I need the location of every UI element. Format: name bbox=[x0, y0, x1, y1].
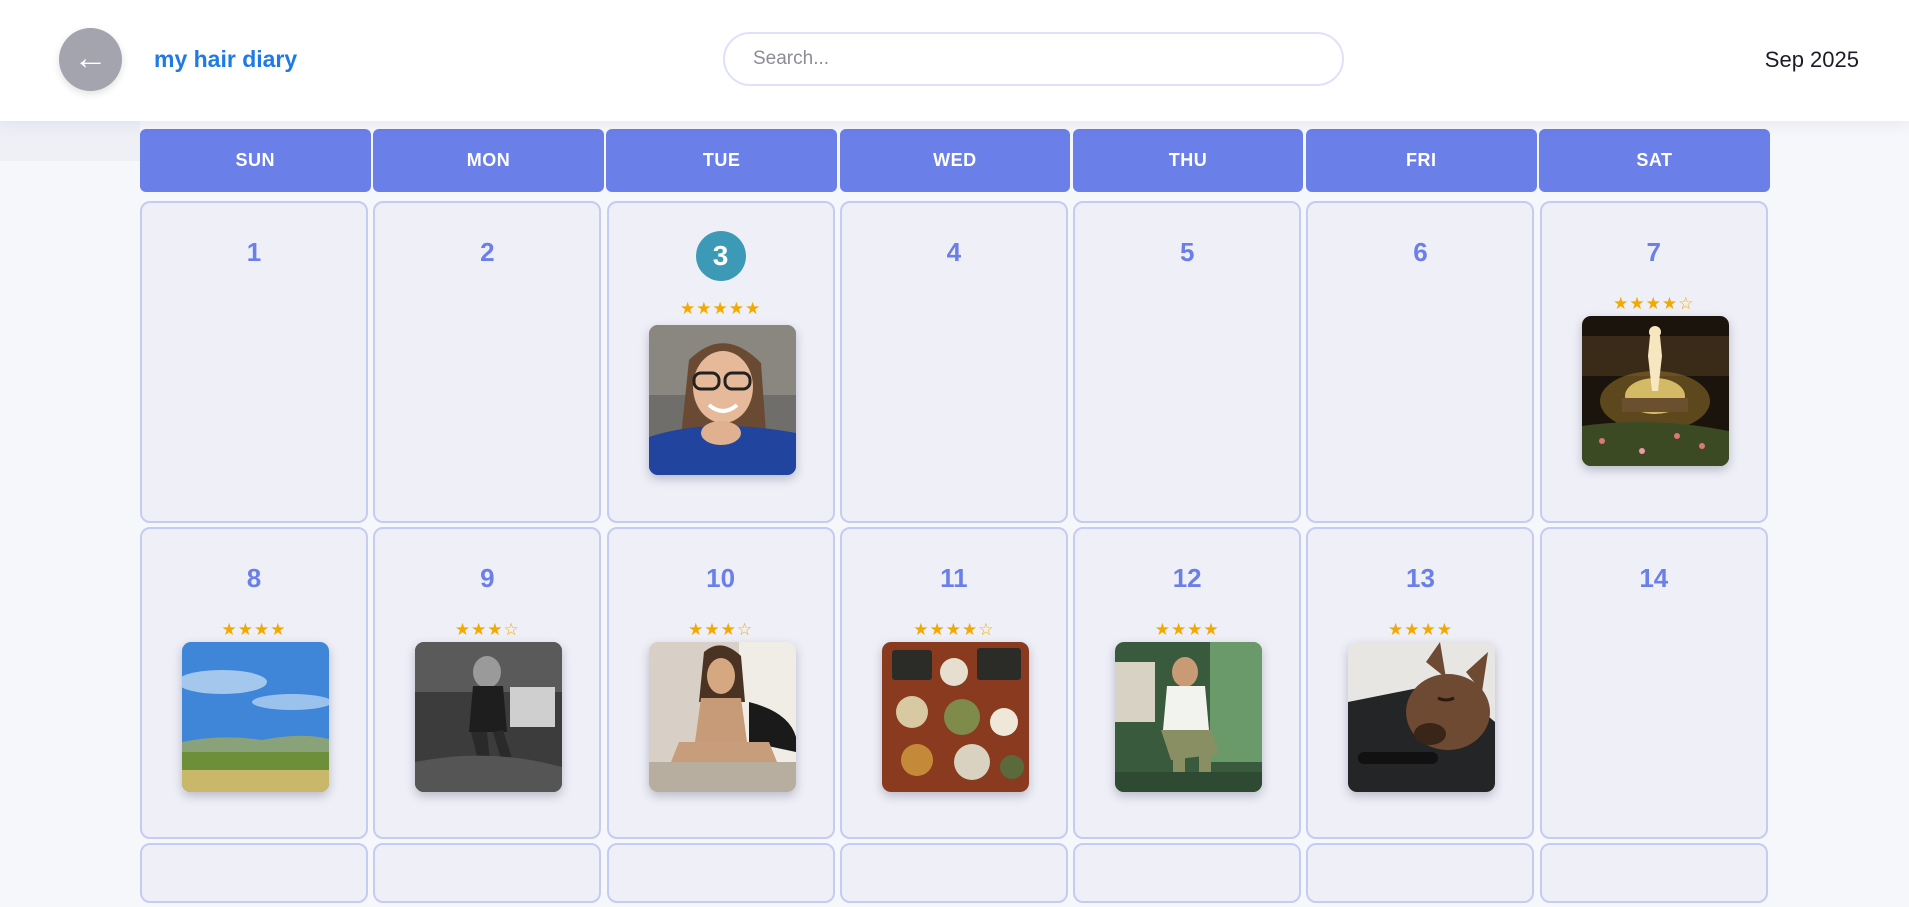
day-number: 4 bbox=[946, 237, 962, 267]
day-cell[interactable]: 7 ★★★★☆ bbox=[1539, 201, 1768, 523]
day-cell[interactable]: 10 ★★★☆ bbox=[606, 527, 835, 839]
week-row bbox=[140, 843, 1770, 903]
weekday-tue: TUE bbox=[606, 129, 837, 192]
day-number: 6 bbox=[1413, 237, 1428, 267]
food-table-photo[interactable] bbox=[881, 642, 1029, 792]
day-cell[interactable] bbox=[839, 843, 1068, 903]
day-cell[interactable]: 1 bbox=[140, 201, 368, 523]
day-cell[interactable]: 11 ★★★★☆ bbox=[839, 527, 1068, 839]
star-rating: ★★★★ bbox=[221, 620, 287, 639]
day-number: 13 bbox=[1406, 563, 1435, 593]
day-number: 5 bbox=[1179, 237, 1195, 267]
lit-statue-night-photo[interactable] bbox=[1581, 316, 1729, 466]
day-cell[interactable] bbox=[373, 843, 602, 903]
day-cell[interactable]: 14 bbox=[1539, 527, 1768, 839]
calendar: SUN MON TUE WED THU FRI SAT 1 2 3 ★★★★★ bbox=[140, 129, 1770, 903]
week-row: 8 ★★★★ 9 ★★★☆ 10 ★★★☆ 11 ★★★★☆ 12 ★★★★ 1… bbox=[140, 527, 1770, 839]
day-cell[interactable]: 2 bbox=[373, 201, 602, 523]
back-arrow-icon[interactable]: ← bbox=[59, 28, 122, 91]
weekday-wed: WED bbox=[839, 129, 1071, 192]
day-cell[interactable] bbox=[1306, 843, 1535, 903]
background-strip bbox=[0, 121, 140, 161]
day-number: 8 bbox=[246, 563, 262, 593]
day-cell[interactable]: 6 bbox=[1306, 201, 1535, 523]
weekday-sat: SAT bbox=[1539, 129, 1770, 192]
day-cell[interactable] bbox=[1073, 843, 1302, 903]
day-number: 7 bbox=[1646, 237, 1662, 267]
day-number: 14 bbox=[1639, 563, 1669, 593]
landscape-sky-photo[interactable] bbox=[182, 642, 329, 792]
day-number: 12 bbox=[1172, 563, 1202, 593]
day-cell[interactable]: 9 ★★★☆ bbox=[373, 527, 602, 839]
day-cell[interactable]: 4 bbox=[839, 201, 1068, 523]
star-rating: ★★★★ bbox=[1388, 620, 1453, 639]
day-cell[interactable]: 5 bbox=[1073, 201, 1302, 523]
day-cell[interactable] bbox=[140, 843, 368, 903]
day-cell[interactable] bbox=[1539, 843, 1768, 903]
weekday-mon: MON bbox=[373, 129, 604, 192]
day-number: 10 bbox=[706, 563, 736, 593]
dog-sleeping-photo[interactable] bbox=[1348, 642, 1496, 792]
star-rating: ★★★☆ bbox=[454, 620, 520, 639]
star-rating: ★★★★☆ bbox=[1613, 294, 1695, 313]
weekday-sun: SUN bbox=[140, 129, 371, 192]
today-day-number: 3 bbox=[695, 231, 746, 281]
woman-with-glasses-photo[interactable] bbox=[648, 325, 796, 475]
weekday-fri: FRI bbox=[1305, 129, 1537, 192]
day-cell[interactable] bbox=[606, 843, 835, 903]
week-row: 1 2 3 ★★★★★ 4 5 6 7 ★★★★☆ bbox=[140, 201, 1770, 523]
star-rating: ★★★★★ bbox=[679, 299, 762, 318]
star-rating: ★★★★☆ bbox=[913, 620, 995, 639]
day-number: 1 bbox=[246, 237, 262, 267]
skateboarder-bw-photo[interactable] bbox=[415, 642, 563, 792]
day-number: 11 bbox=[940, 563, 968, 593]
weeks: 1 2 3 ★★★★★ 4 5 6 7 ★★★★☆ 8 ★★★★ 9 ★★★☆ … bbox=[140, 201, 1770, 907]
woman-sitting-photo[interactable] bbox=[648, 642, 796, 792]
man-sitting-photo[interactable] bbox=[1115, 642, 1263, 792]
day-cell[interactable]: 12 ★★★★ bbox=[1073, 527, 1302, 839]
top-bar: ← my hair diary Sep 2025 bbox=[0, 0, 1909, 121]
search-input[interactable] bbox=[723, 32, 1344, 86]
app-title: my hair diary bbox=[154, 46, 298, 72]
weekday-thu: THU bbox=[1072, 129, 1304, 192]
star-rating: ★★★☆ bbox=[688, 620, 754, 639]
star-rating: ★★★★ bbox=[1154, 620, 1220, 639]
day-number: 9 bbox=[480, 563, 495, 593]
day-cell-today[interactable]: 3 ★★★★★ bbox=[606, 201, 835, 523]
day-cell[interactable]: 8 ★★★★ bbox=[140, 527, 368, 839]
weekday-header-row: SUN MON TUE WED THU FRI SAT bbox=[140, 129, 1770, 192]
month-label: Sep 2025 bbox=[1764, 47, 1859, 72]
day-cell[interactable]: 13 ★★★★ bbox=[1306, 527, 1535, 839]
day-number: 2 bbox=[480, 237, 495, 267]
